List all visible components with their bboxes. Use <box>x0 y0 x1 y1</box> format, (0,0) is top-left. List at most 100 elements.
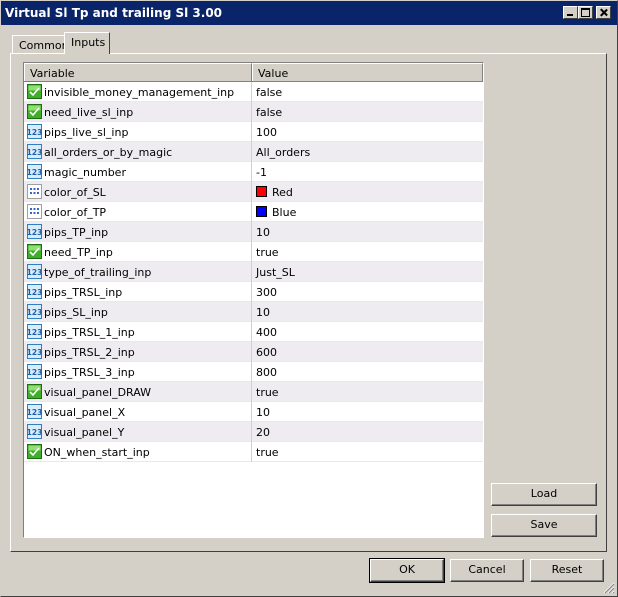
numeric-icon: 123 <box>27 144 42 159</box>
color-swatch <box>256 186 267 197</box>
table-row[interactable]: visual_panel_DRAW true <box>24 382 483 402</box>
value-cell[interactable]: true <box>253 442 483 462</box>
table-row[interactable]: invisible_money_management_inp false <box>24 82 483 102</box>
variable-value: 10 <box>256 306 270 319</box>
table-row[interactable]: 123 pips_SL_inp 10 <box>24 302 483 322</box>
tab-common[interactable]: Common <box>12 35 69 55</box>
variable-cell[interactable]: 123 visual_panel_X <box>24 402 252 422</box>
column-header-value[interactable]: Value <box>252 63 483 81</box>
variable-value: true <box>256 386 279 399</box>
value-cell[interactable]: Blue <box>253 202 483 222</box>
variable-cell[interactable]: 123 type_of_trailing_inp <box>24 262 252 282</box>
variable-cell[interactable]: 123 pips_TRSL_1_inp <box>24 322 252 342</box>
value-cell[interactable]: false <box>253 102 483 122</box>
variable-name: invisible_money_management_inp <box>44 86 235 99</box>
column-header-variable[interactable]: Variable <box>24 63 252 81</box>
value-cell[interactable]: Red <box>253 182 483 202</box>
load-button[interactable]: Load <box>491 483 597 506</box>
value-cell[interactable]: 800 <box>253 362 483 382</box>
variable-name: magic_number <box>44 166 126 179</box>
variable-cell[interactable]: color_of_TP <box>24 202 252 222</box>
variable-name: pips_SL_inp <box>44 306 108 319</box>
table-row[interactable]: need_TP_inp true <box>24 242 483 262</box>
variable-value: true <box>256 246 279 259</box>
minimize-button[interactable] <box>563 6 578 19</box>
value-cell[interactable]: 10 <box>253 302 483 322</box>
value-cell[interactable]: false <box>253 82 483 102</box>
variable-name: color_of_TP <box>44 206 107 219</box>
variable-cell[interactable]: 123 visual_panel_Y <box>24 422 252 442</box>
table-row[interactable]: color_of_SL Red <box>24 182 483 202</box>
table-row[interactable]: 123 pips_TRSL_3_inp 800 <box>24 362 483 382</box>
value-cell[interactable]: All_orders <box>253 142 483 162</box>
table-row[interactable]: 123 pips_TRSL_1_inp 400 <box>24 322 483 342</box>
value-cell[interactable]: 10 <box>253 402 483 422</box>
svg-text:123: 123 <box>27 128 42 137</box>
variable-cell[interactable]: 123 all_orders_or_by_magic <box>24 142 252 162</box>
variable-name: visual_panel_DRAW <box>44 386 152 399</box>
variable-cell[interactable]: need_TP_inp <box>24 242 252 262</box>
ok-button[interactable]: OK <box>369 558 445 583</box>
table-row[interactable]: 123 pips_live_sl_inp 100 <box>24 122 483 142</box>
svg-text:123: 123 <box>27 328 42 337</box>
table-row[interactable]: 123 pips_TRSL_2_inp 600 <box>24 342 483 362</box>
table-row[interactable]: color_of_TP Blue <box>24 202 483 222</box>
variable-cell[interactable]: 123 pips_TRSL_3_inp <box>24 362 252 382</box>
value-cell[interactable]: 10 <box>253 222 483 242</box>
svg-text:123: 123 <box>27 228 42 237</box>
bool-icon <box>27 104 42 119</box>
value-cell[interactable]: Just_SL <box>253 262 483 282</box>
value-cell[interactable]: true <box>253 382 483 402</box>
variable-cell[interactable]: 123 pips_TRSL_2_inp <box>24 342 252 362</box>
value-cell[interactable]: 400 <box>253 322 483 342</box>
resize-grip-icon[interactable] <box>603 582 615 594</box>
reset-button[interactable]: Reset <box>530 559 604 582</box>
svg-text:123: 123 <box>27 288 42 297</box>
variable-name: pips_live_sl_inp <box>44 126 129 139</box>
value-cell[interactable]: 100 <box>253 122 483 142</box>
numeric-icon: 123 <box>27 304 42 319</box>
variable-cell[interactable]: color_of_SL <box>24 182 252 202</box>
value-cell[interactable]: -1 <box>253 162 483 182</box>
svg-text:123: 123 <box>27 308 42 317</box>
variable-name: type_of_trailing_inp <box>44 266 152 279</box>
table-row[interactable]: 123 visual_panel_X 10 <box>24 402 483 422</box>
variable-cell[interactable]: 123 magic_number <box>24 162 252 182</box>
maximize-button[interactable] <box>578 6 593 19</box>
svg-text:123: 123 <box>27 368 42 377</box>
save-button[interactable]: Save <box>491 514 597 537</box>
table-row[interactable]: ON_when_start_inp true <box>24 442 483 462</box>
table-row[interactable]: 123 magic_number -1 <box>24 162 483 182</box>
dialog-window: Virtual Sl Tp and trailing Sl 3.00 Commo… <box>0 0 618 597</box>
variable-cell[interactable]: 123 pips_live_sl_inp <box>24 122 252 142</box>
variable-value: 20 <box>256 426 270 439</box>
table-row[interactable]: 123 type_of_trailing_inp Just_SL <box>24 262 483 282</box>
table-row[interactable]: 123 visual_panel_Y 20 <box>24 422 483 442</box>
numeric-icon: 123 <box>27 424 42 439</box>
table-row[interactable]: 123 pips_TP_inp 10 <box>24 222 483 242</box>
variable-cell[interactable]: 123 pips_TP_inp <box>24 222 252 242</box>
cancel-button[interactable]: Cancel <box>450 559 524 582</box>
variable-value: false <box>256 86 283 99</box>
variable-cell[interactable]: need_live_sl_inp <box>24 102 252 122</box>
value-cell[interactable]: 300 <box>253 282 483 302</box>
title-bar[interactable]: Virtual Sl Tp and trailing Sl 3.00 <box>1 1 617 25</box>
variable-value: -1 <box>256 166 267 179</box>
numeric-icon: 123 <box>27 364 42 379</box>
variable-cell[interactable]: invisible_money_management_inp <box>24 82 252 102</box>
table-row[interactable]: 123 pips_TRSL_inp 300 <box>24 282 483 302</box>
close-button[interactable] <box>596 6 611 19</box>
variable-cell[interactable]: ON_when_start_inp <box>24 442 252 462</box>
window-title: Virtual Sl Tp and trailing Sl 3.00 <box>5 6 223 20</box>
variable-value: 100 <box>256 126 277 139</box>
table-row[interactable]: 123 all_orders_or_by_magic All_orders <box>24 142 483 162</box>
table-row[interactable]: need_live_sl_inp false <box>24 102 483 122</box>
variable-cell[interactable]: 123 pips_SL_inp <box>24 302 252 322</box>
variable-cell[interactable]: visual_panel_DRAW <box>24 382 252 402</box>
value-cell[interactable]: 600 <box>253 342 483 362</box>
variable-cell[interactable]: 123 pips_TRSL_inp <box>24 282 252 302</box>
color-icon <box>27 204 42 219</box>
value-cell[interactable]: true <box>253 242 483 262</box>
tab-inputs[interactable]: Inputs <box>64 32 110 54</box>
value-cell[interactable]: 20 <box>253 422 483 442</box>
